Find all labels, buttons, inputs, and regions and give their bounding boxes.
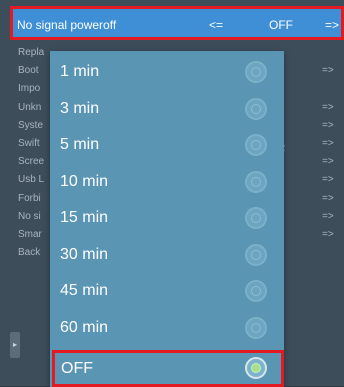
settings-item-label: Impo: [18, 83, 41, 95]
radio-unchecked-icon[interactable]: [245, 97, 267, 120]
chevron-right-icon[interactable]: ▸: [10, 332, 20, 358]
option-label: 5 min: [60, 136, 100, 153]
poweroff-time-dropdown: 1 min 3 min 5 min 10 min 15 min 30 min 4…: [50, 51, 284, 387]
settings-item-arrow: =>: [322, 228, 334, 240]
settings-item-arrow: =>: [322, 137, 334, 149]
settings-item-arrow: =>: [322, 210, 334, 222]
prev-value-button[interactable]: <=: [209, 18, 223, 32]
settings-item-arrow: =>: [322, 65, 334, 77]
option-label: 45 min: [60, 282, 109, 299]
radio-unchecked-icon[interactable]: [245, 61, 267, 83]
option-label: 60 min: [60, 318, 109, 336]
option-3-min[interactable]: 3 min: [50, 91, 284, 128]
next-value-button[interactable]: =>: [325, 18, 339, 32]
settings-item-label: Smar: [18, 228, 42, 240]
option-1-min[interactable]: 1 min: [50, 54, 284, 91]
option-5-min[interactable]: 5 min: [50, 127, 284, 164]
option-30-min[interactable]: 30 min: [50, 237, 284, 274]
settings-item-label: Boot: [18, 65, 39, 77]
settings-item-label: Repla: [18, 47, 45, 58]
option-label: OFF: [61, 360, 93, 377]
option-15-min[interactable]: 15 min: [50, 200, 284, 237]
settings-item-arrow: =>: [322, 192, 334, 204]
radio-unchecked-icon[interactable]: [245, 170, 267, 193]
option-label: 3 min: [60, 99, 100, 117]
radio-unchecked-icon[interactable]: [245, 316, 267, 339]
current-value: OFF: [269, 18, 293, 32]
option-label: 1 min: [60, 63, 100, 80]
radio-checked-icon[interactable]: [245, 357, 267, 379]
option-off-selected[interactable]: OFF: [52, 350, 284, 387]
settings-item-arrow: =>: [322, 174, 334, 186]
option-60-min[interactable]: 60 min: [50, 310, 284, 347]
settings-item-label: Syste: [18, 119, 44, 131]
setting-header-no-signal-poweroff[interactable]: No signal poweroff <= OFF =>: [10, 6, 344, 40]
settings-item-label: No si: [18, 210, 41, 222]
option-45-min[interactable]: 45 min: [50, 273, 284, 310]
option-label: 15 min: [60, 209, 109, 226]
radio-unchecked-icon[interactable]: [245, 280, 267, 302]
option-label: 30 min: [60, 245, 109, 263]
setting-title: No signal poweroff: [17, 18, 117, 32]
radio-unchecked-icon[interactable]: [245, 243, 267, 266]
settings-item-label: Usb L: [18, 174, 45, 186]
radio-unchecked-icon[interactable]: [245, 134, 267, 156]
option-label: 10 min: [60, 172, 109, 190]
settings-item-arrow: =>: [322, 101, 334, 113]
settings-item-label: Back: [18, 247, 41, 259]
settings-item-label: Scree: [18, 156, 45, 168]
settings-item-label: Swift: [18, 137, 40, 149]
settings-item-label: Unkn: [18, 101, 42, 113]
settings-item-label: Forbi: [18, 192, 41, 204]
settings-item-arrow: =>: [322, 156, 334, 168]
settings-item-arrow: =>: [322, 119, 334, 131]
option-10-min[interactable]: 10 min: [50, 164, 284, 201]
radio-unchecked-icon[interactable]: [245, 207, 267, 229]
